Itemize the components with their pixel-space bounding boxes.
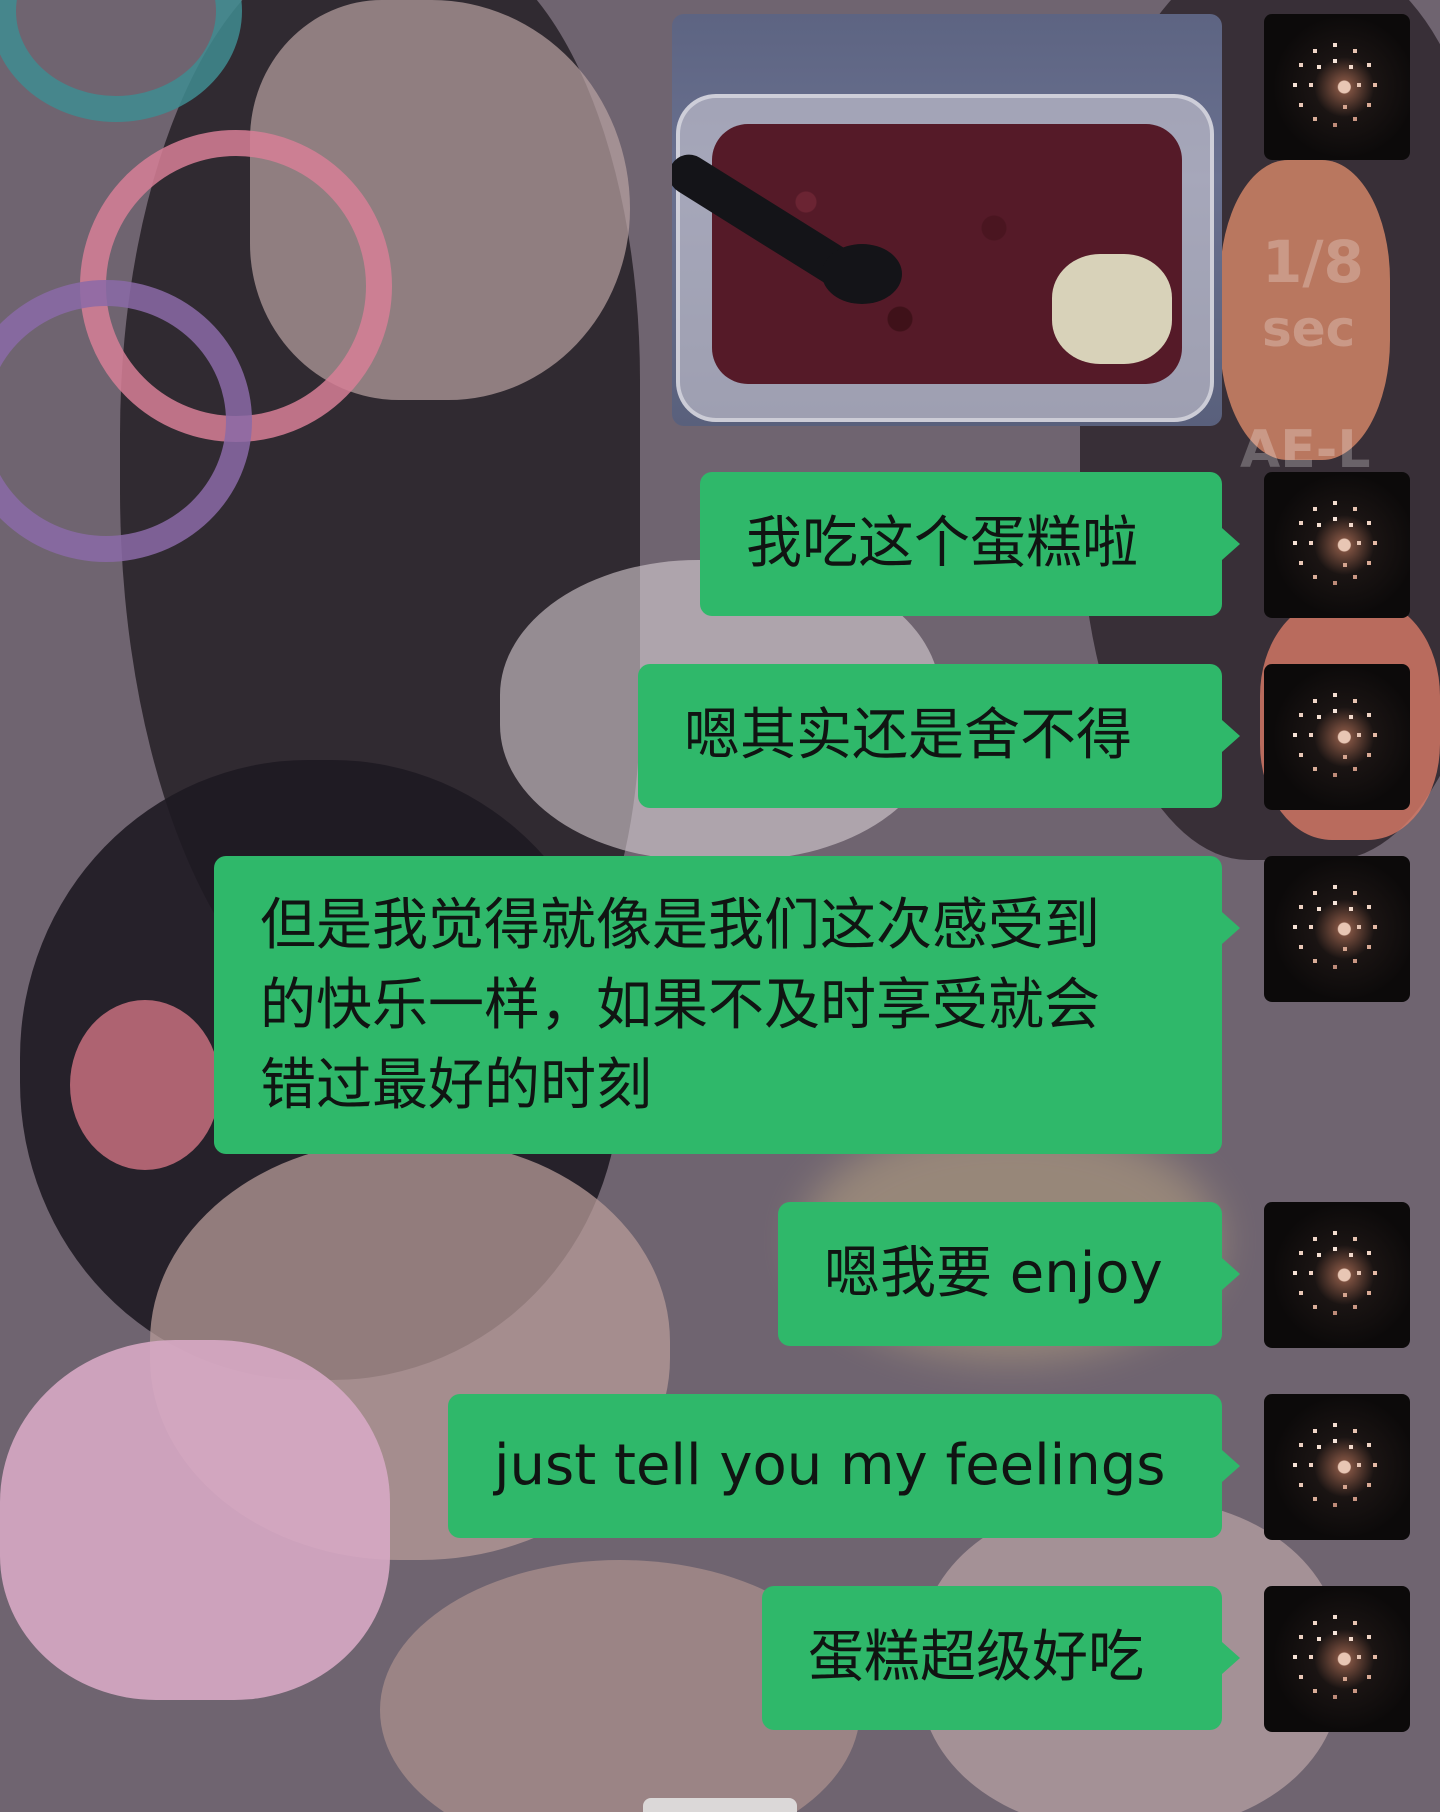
fireworks-avatar-icon[interactable] [1264, 1394, 1410, 1540]
fireworks-avatar-icon[interactable] [1264, 1202, 1410, 1348]
wallpaper-overlay-text-top: 1/8 [1262, 228, 1364, 296]
photo-cream [1052, 254, 1172, 364]
photo-spoon-head [822, 244, 902, 304]
message-bubble[interactable]: 嗯我要 enjoy [778, 1202, 1240, 1346]
message-bubble[interactable]: 我吃这个蛋糕啦 [700, 472, 1240, 616]
fireworks-avatar-icon[interactable] [1264, 856, 1410, 1002]
fireworks-avatar-icon[interactable] [1264, 1586, 1410, 1732]
message-bubble[interactable]: just tell you my feelings [448, 1394, 1240, 1538]
home-indicator[interactable] [643, 1798, 797, 1812]
fireworks-avatar-icon[interactable] [1264, 472, 1410, 618]
fireworks-avatar-icon[interactable] [1264, 14, 1410, 160]
fireworks-avatar-icon[interactable] [1264, 664, 1410, 810]
cake-photo-message[interactable] [672, 14, 1222, 426]
wallpaper-overlay-text-middle: sec [1262, 300, 1356, 358]
wallpaper-bear-sticker [0, 1340, 390, 1700]
wallpaper-overlay-text-bottom: AE-L [1240, 420, 1371, 480]
wallpaper-heart-sticker [70, 1000, 220, 1170]
message-bubble[interactable]: 但是我觉得就像是我们这次感受到 的快乐一样，如果不及时享受就会 错过最好的时刻 [214, 856, 1240, 1154]
message-bubble[interactable]: 嗯其实还是舍不得 [638, 664, 1240, 808]
message-bubble[interactable]: 蛋糕超级好吃 [762, 1586, 1240, 1730]
